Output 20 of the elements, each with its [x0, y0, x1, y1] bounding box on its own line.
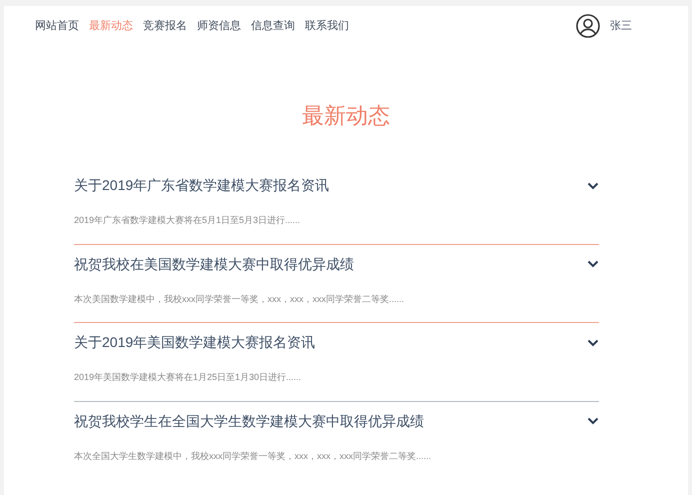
nav-link[interactable]: 师资信息: [197, 18, 241, 34]
user-avatar-icon[interactable]: [576, 14, 600, 38]
news-title[interactable]: 祝贺我校在美国数学建模大赛中取得优异成绩: [74, 254, 354, 274]
news-summary: 本次全国大学生数学建模中，我校xxx同学荣誉一等奖，xxx，xxx，xxx同学荣誉二等奖......: [74, 450, 432, 462]
news-summary: 本次美国数学建模中，我校xxx同学荣誉一等奖，xxx，xxx，xxx同学荣誉二等奖......: [74, 292, 406, 306]
nav-link[interactable]: 竞赛报名: [143, 18, 187, 34]
nav-link[interactable]: 信息查询: [251, 18, 295, 34]
nav-link[interactable]: 联系我们: [305, 18, 349, 34]
chevron-down-icon[interactable]: [587, 417, 599, 425]
chevron-down-icon[interactable]: [587, 182, 599, 190]
chevron-down-icon[interactable]: [587, 338, 599, 346]
news-title[interactable]: 祝贺我校学生在全国大学生数学建模大赛中取得优异成绩: [74, 410, 424, 432]
news-summary: 2019年广东省数学建模大赛将在5月1日至5月3日进行......: [74, 214, 302, 227]
news-title[interactable]: 关于2019年美国数学建模大赛报名资讯: [74, 332, 316, 353]
user-name[interactable]: 张三: [610, 18, 632, 34]
page-heading: 最新动态: [301, 102, 391, 130]
news-summary: 2019年美国数学建模大赛将在1月25日至1月30日进行......: [74, 371, 302, 384]
chevron-down-icon[interactable]: [587, 260, 599, 268]
nav-link[interactable]: 网站首页: [35, 18, 79, 34]
news-title[interactable]: 关于2019年广东省数学建模大赛报名资讯: [74, 175, 330, 196]
